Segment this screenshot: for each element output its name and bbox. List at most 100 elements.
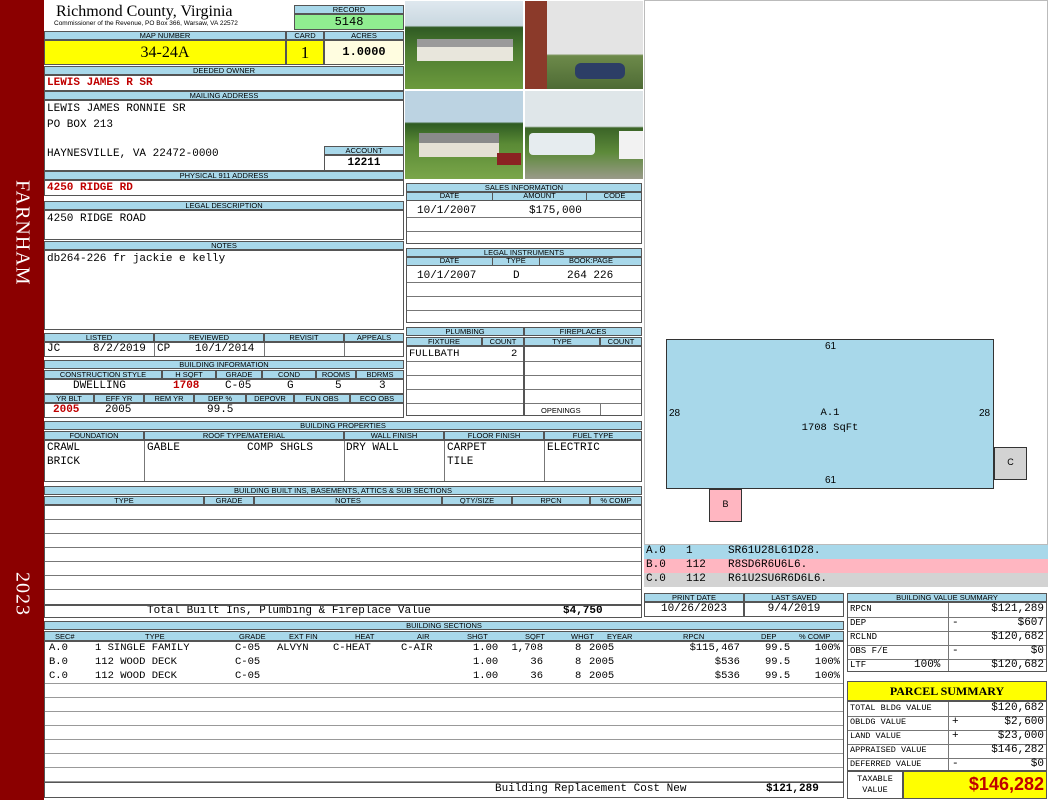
vs-rpcn-value: $121,289: [991, 603, 1044, 615]
physical-address-label: PHYSICAL 911 ADDRESS: [44, 171, 404, 180]
fireplaces-box: OPENINGS: [524, 346, 642, 416]
parcel-summary-title: PARCEL SUMMARY: [847, 681, 1047, 701]
property-photo-1: [404, 0, 524, 90]
bi-hsqft-header: H SQFT: [162, 370, 216, 379]
bi-dep: 99.5: [207, 404, 234, 416]
bi-hsqft: 1708: [173, 380, 200, 392]
ps-land-value: $23,000: [997, 730, 1044, 742]
ps-total-value: $120,682: [991, 702, 1044, 714]
building-properties-box: CRAWL BRICK GABLE COMP SHGLS DRY WALL CA…: [44, 440, 642, 482]
listing-row: JC 8/2/2019 CP 10/1/2014: [44, 342, 404, 357]
record-label: RECORD: [294, 5, 404, 14]
bi-bdrms: 3: [379, 380, 386, 392]
built-ins-total-row: Total Built Ins, Plumbing & Fireplace Va…: [44, 605, 642, 618]
vs-obs-op: -: [952, 645, 959, 657]
value-summary-label: BUILDING VALUE SUMMARY: [847, 593, 1047, 602]
bi-effyr-header: EFF YR: [94, 394, 144, 403]
bi-rooms-header: ROOMS: [316, 370, 356, 379]
plumbing-fixture: FULLBATH: [409, 348, 460, 360]
fireplaces-label: FIREPLACES: [524, 327, 642, 336]
building-properties-label: BUILDING PROPERTIES: [44, 421, 642, 430]
appeals-label: APPEALS: [344, 333, 404, 342]
map-number-value: 34-24A: [44, 40, 286, 65]
bi-grade-header: GRADE: [216, 370, 262, 379]
account-label: ACCOUNT: [324, 146, 404, 155]
section-row-a: A.0 1 SINGLE FAMILY C-05 ALVYN C-HEAT C-…: [49, 642, 840, 654]
fp-type-header: TYPE: [524, 337, 600, 346]
foundation-2: BRICK: [47, 456, 81, 468]
building-info-row-1: DWELLING 1708 C-05 G 5 3: [44, 379, 404, 394]
parcel-summary-box: TOTAL BLDG VALUE $120,682 OBLDG VALUE + …: [847, 701, 1047, 771]
ps-land-op: +: [952, 730, 959, 742]
reviewed-date: 10/1/2014: [195, 343, 255, 355]
legal-instruments-box: DATE TYPE BOOK:PAGE 10/1/2007 D 264 226: [406, 257, 642, 323]
sketch-dim-bottom: 61: [825, 475, 837, 486]
listed-by: JC: [47, 343, 61, 355]
ps-appraised-value: $146,282: [991, 744, 1044, 756]
legal-description-value: 4250 RIDGE ROAD: [47, 213, 147, 225]
bi-effyr: 2005: [105, 404, 132, 416]
county-subtitle: Commissioner of the Revenue, PO Box 366,…: [54, 20, 238, 27]
li-date-header: DATE: [407, 258, 493, 266]
fuel-type: ELECTRIC: [547, 442, 600, 454]
physical-address-box: 4250 RIDGE RD: [44, 180, 404, 196]
sales-info-label: SALES INFORMATION: [406, 183, 642, 192]
account-value: 12211: [324, 155, 404, 171]
bi-yrblt-header: YR BLT: [44, 394, 94, 403]
card-label: CARD: [286, 31, 324, 40]
vs-obs-value: $0: [1030, 645, 1044, 657]
replacement-value: $121,289: [766, 783, 819, 795]
building-sections-label: BUILDING SECTIONS: [44, 621, 844, 630]
acres-label: ACRES: [324, 31, 404, 40]
bi-rooms: 5: [335, 380, 342, 392]
card-value: 1: [286, 40, 324, 65]
acres-value: 1.0000: [324, 40, 404, 65]
ps-obldg-label: OBLDG VALUE: [850, 717, 907, 727]
vs-rclnd-label: RCLND: [850, 632, 878, 642]
deeded-owner-box: LEWIS JAMES R SR: [44, 75, 404, 91]
bi-notes-header: NOTES: [254, 496, 442, 505]
mailing-line-1: LEWIS JAMES RONNIE SR: [47, 103, 186, 115]
bi-style: DWELLING: [73, 380, 126, 392]
bi-remyr-header: REM YR: [144, 394, 194, 403]
vs-dep-label: DEP: [850, 618, 867, 628]
notes-box: db264-226 fr jackie e kelly: [44, 250, 404, 330]
replacement-row: Building Replacement Cost New $121,289: [44, 783, 844, 798]
plumbing-box: FULLBATH 2: [406, 346, 524, 416]
ps-appraised-label: APPRAISED VALUE: [850, 745, 927, 755]
floor-finish-2: TILE: [447, 456, 474, 468]
ps-total-label: TOTAL BLDG VALUE: [850, 703, 932, 713]
record-value: 5148: [294, 14, 404, 30]
bi-yrblt: 2005: [53, 404, 80, 416]
foundation-1: CRAWL: [47, 442, 81, 454]
vector-row-b: B.0 112 R8SD6R6U6L6.: [644, 559, 1048, 573]
mailing-line-2: PO BOX 213: [47, 119, 114, 131]
revisit-label: REVISIT: [264, 333, 344, 342]
sketch-main-sqft: 1708 SqFt: [801, 422, 859, 434]
vs-ltf-pct: 100%: [914, 659, 941, 671]
bi-cond-header: COND: [262, 370, 316, 379]
last-saved-label: LAST SAVED: [744, 593, 844, 602]
ps-deferred-op: -: [952, 758, 959, 770]
deeded-owner-label: DEEDED OWNER: [44, 66, 404, 75]
bi-depovr-header: DEPOVR: [246, 394, 294, 403]
ps-land-label: LAND VALUE: [850, 731, 902, 741]
legal-description-box: 4250 RIDGE ROAD: [44, 210, 404, 240]
mailing-address-label: MAILING ADDRESS: [44, 91, 404, 100]
tax-year: 2023: [11, 572, 34, 616]
ps-deferred-value: $0: [1030, 758, 1044, 770]
vs-ltf-value: $120,682: [991, 659, 1044, 671]
built-ins-total-value: $4,750: [563, 605, 603, 617]
last-saved-value: 9/4/2019: [744, 602, 844, 617]
roof-material: COMP SHGLS: [247, 442, 314, 454]
ps-obldg-value: $2,600: [1004, 716, 1044, 728]
sketch-b-label: B: [722, 499, 729, 509]
print-date-label: PRINT DATE: [644, 593, 744, 602]
bi-rpcn-header: RPCN: [512, 496, 590, 505]
vs-rclnd-value: $120,682: [991, 631, 1044, 643]
ps-deferred-label: DEFERRED VALUE: [850, 759, 922, 769]
county-title: Richmond County, Virginia: [56, 3, 233, 20]
fp-count-header: COUNT: [600, 337, 642, 346]
value-summary-box: RPCN $121,289 DEP - $607 RCLND $120,682 …: [847, 602, 1047, 672]
vs-dep-op: -: [952, 617, 959, 629]
